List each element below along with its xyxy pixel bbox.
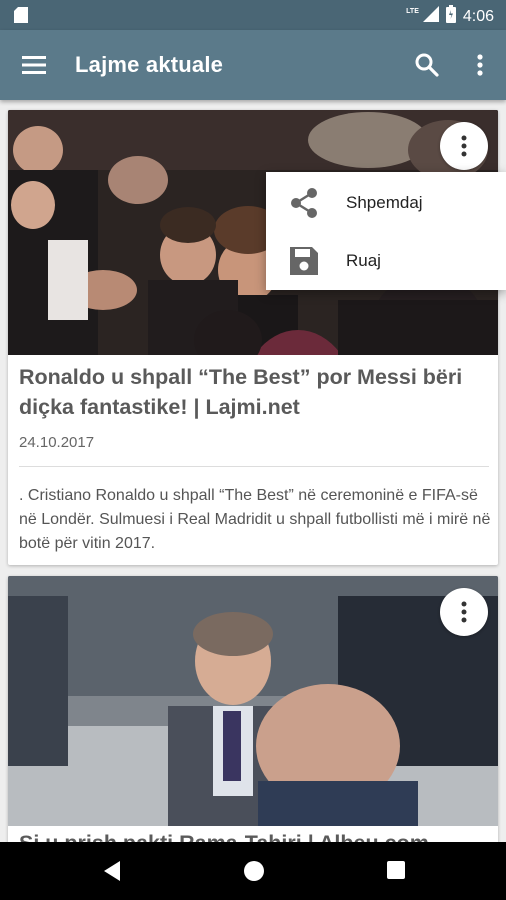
status-bar: LTE 4:06 <box>0 0 506 30</box>
menu-item-label: Ruaj <box>346 251 381 270</box>
menu-item-save[interactable]: Ruaj <box>266 232 506 290</box>
card-more-button[interactable] <box>440 588 488 636</box>
network-type: LTE <box>406 8 419 15</box>
menu-item-label: Shpemdaj <box>346 193 423 212</box>
save-icon <box>288 245 320 282</box>
page-title: Lajme aktuale <box>75 52 224 77</box>
more-vert-icon <box>461 601 467 623</box>
back-icon[interactable] <box>100 859 122 888</box>
recents-icon[interactable] <box>386 860 406 885</box>
share-icon <box>288 187 320 224</box>
article-summary: . Cristiano Ronaldo u shpall “The Best” … <box>19 487 491 552</box>
home-icon[interactable] <box>242 859 266 888</box>
article-headline[interactable]: Ronaldo u shpall “The Best” por Messi bë… <box>19 362 489 422</box>
article-card[interactable]: Si u prish pakti Rama-Tahiri | Albeu.com <box>8 576 498 846</box>
article-image[interactable] <box>8 576 498 826</box>
menu-icon[interactable] <box>22 53 48 77</box>
clock: 4:06 <box>462 7 494 25</box>
menu-item-share[interactable]: Shpemdaj <box>266 174 506 232</box>
popup-menu: Shpemdaj Ruaj <box>266 172 506 290</box>
article-date: 24.10.2017 <box>19 434 95 451</box>
sd-card-icon <box>14 7 28 28</box>
divider <box>19 466 489 467</box>
navigation-bar <box>0 842 506 900</box>
more-vert-icon <box>461 135 467 157</box>
more-vert-icon[interactable] <box>468 52 492 78</box>
battery-icon <box>445 5 456 28</box>
signal-icon <box>422 6 439 27</box>
app-bar: Lajme aktuale <box>0 30 506 100</box>
search-icon[interactable] <box>414 52 440 78</box>
card-more-button[interactable] <box>440 122 488 170</box>
